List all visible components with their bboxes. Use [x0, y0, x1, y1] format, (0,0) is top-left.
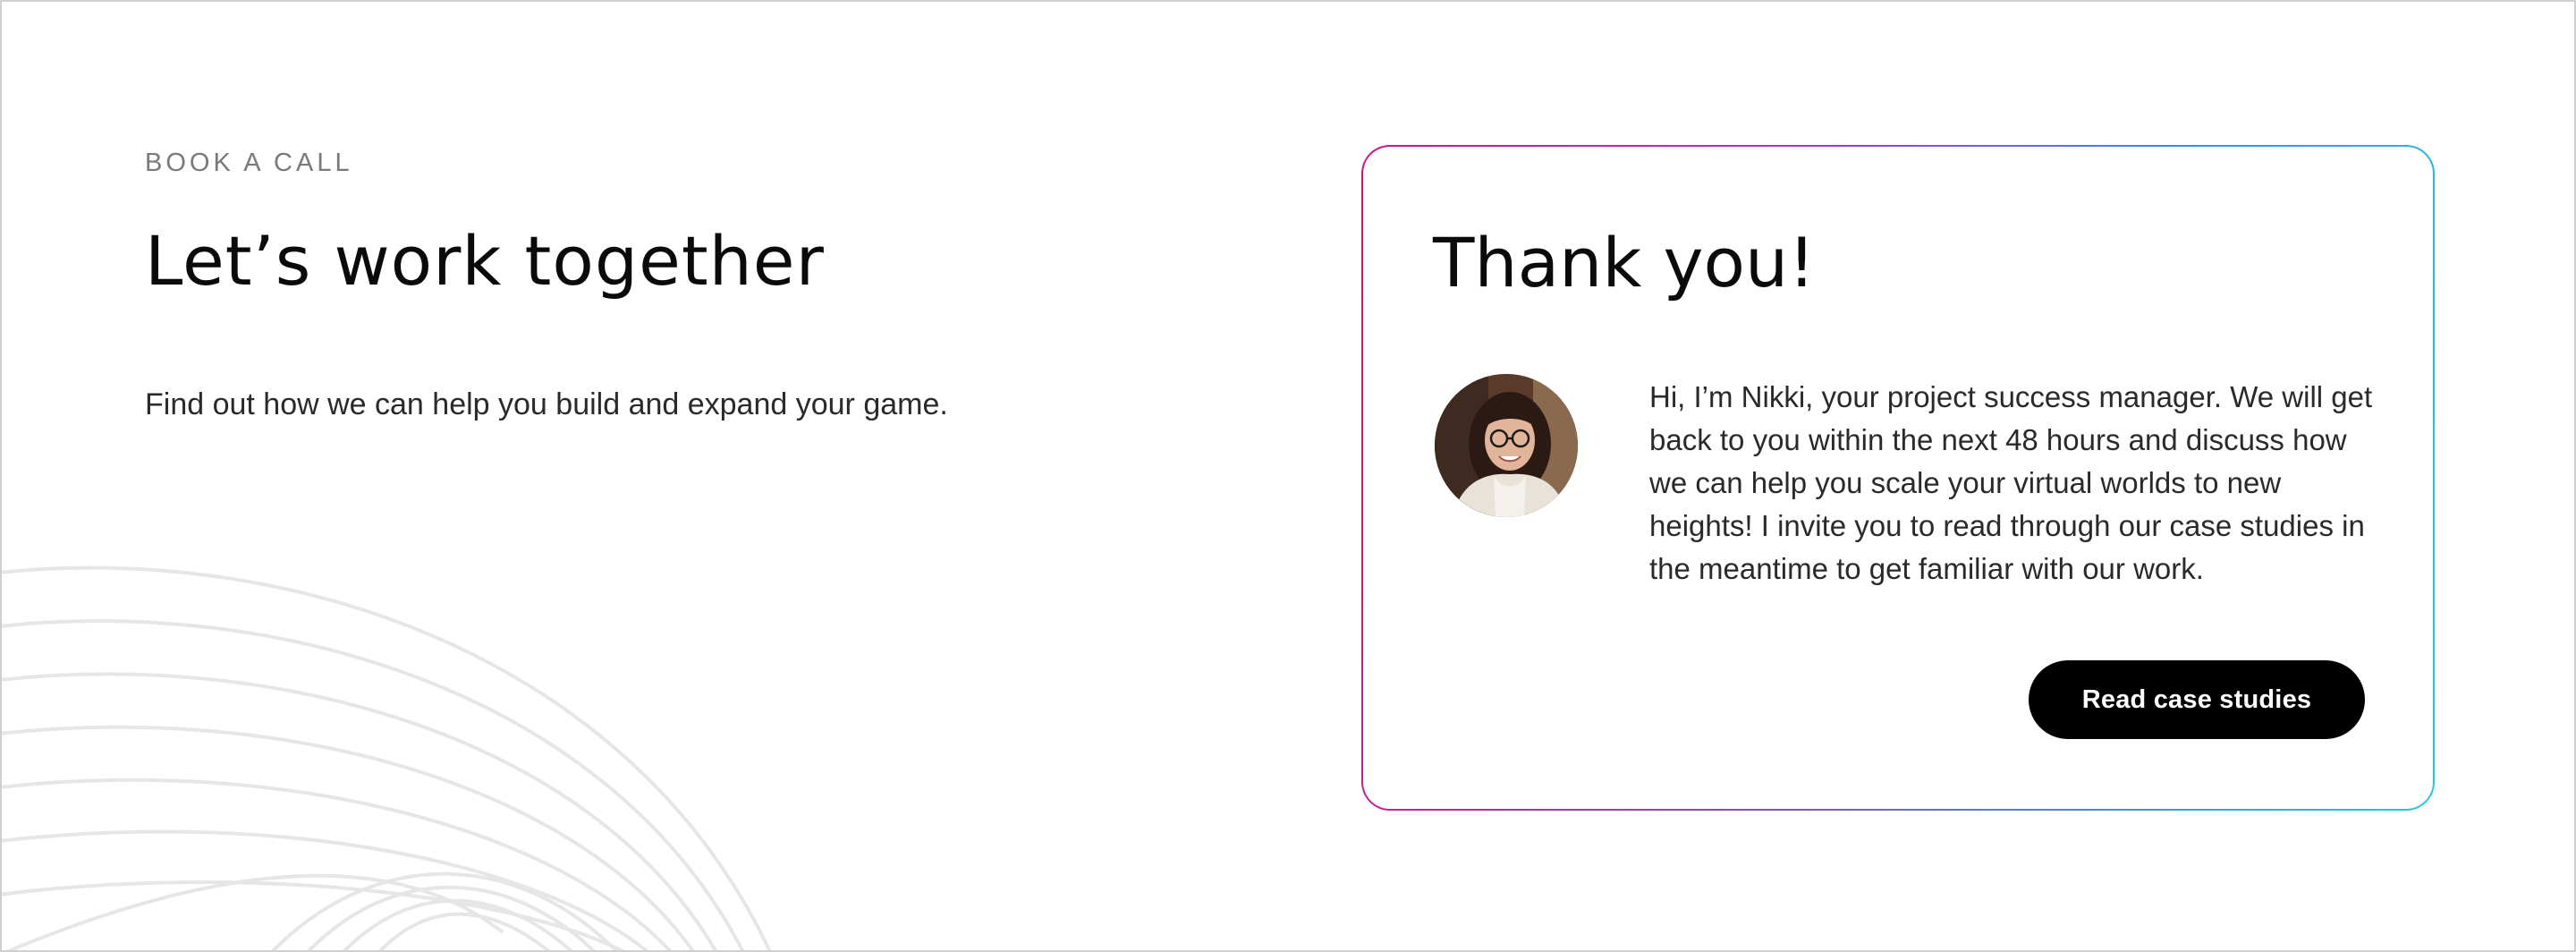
avatar	[1435, 374, 1578, 517]
intro-column: BOOK A CALL Let’s work together Find out…	[145, 145, 1218, 426]
thank-you-card: Thank you! Hi, I’m Nikki, your project s…	[1363, 147, 2433, 809]
read-case-studies-button[interactable]: Read case studies	[2029, 660, 2365, 739]
section-eyebrow: BOOK A CALL	[145, 149, 353, 177]
section-description: Find out how we can help you build and e…	[145, 387, 948, 421]
book-a-call-section: BOOK A CALL Let’s work together Find out…	[0, 0, 2576, 952]
card-title: Thank you!	[1433, 223, 1816, 302]
decorative-arcs	[2, 565, 772, 950]
success-manager-message: Hi, I’m Nikki, your project success mana…	[1649, 380, 2373, 585]
thank-you-card-border: Thank you! Hi, I’m Nikki, your project s…	[1361, 145, 2435, 811]
page-title: Let’s work together	[145, 221, 825, 301]
person-portrait-icon	[1435, 374, 1578, 517]
